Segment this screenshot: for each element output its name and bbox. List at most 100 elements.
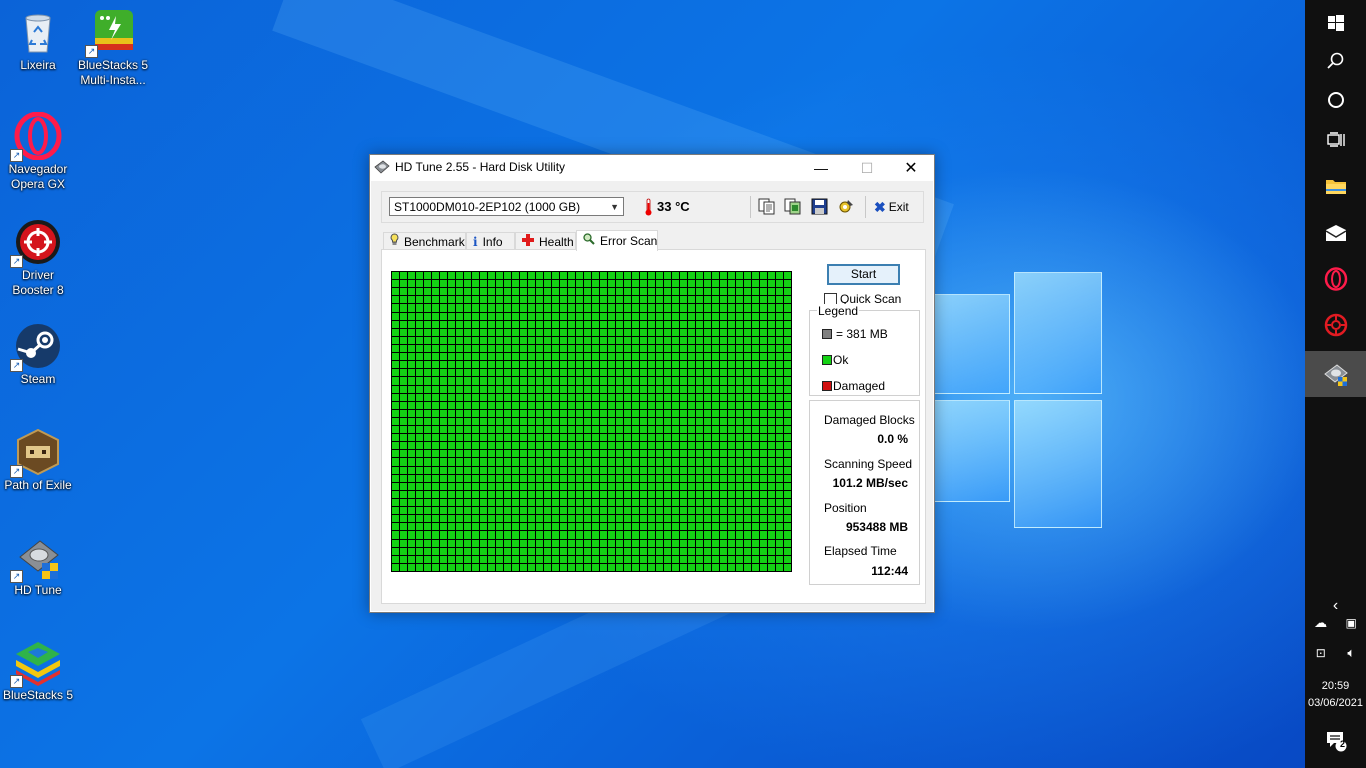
tab-benchmark[interactable]: Benchmark: [383, 232, 466, 250]
scan-block: [784, 482, 791, 490]
taskbar-driver-booster[interactable]: [1305, 302, 1366, 348]
scan-block: [704, 312, 711, 320]
scan-block: [392, 482, 399, 490]
minimize-button[interactable]: —: [798, 155, 844, 181]
scan-block: [496, 344, 503, 353]
desktop-icon-bluestacks[interactable]: ↗ BlueStacks 5: [0, 638, 76, 703]
scan-block: [584, 336, 591, 344]
scan-block: [744, 442, 751, 450]
scan-block: [480, 531, 487, 539]
scan-block: [520, 401, 527, 409]
task-view-button[interactable]: [1305, 117, 1366, 163]
scan-block: [504, 426, 511, 434]
scan-block: [688, 507, 695, 515]
scan-block: [544, 547, 551, 555]
desktop-icon-driver-booster[interactable]: ↗ Driver Booster 8: [0, 218, 76, 298]
scan-block: [664, 385, 671, 393]
scan-block: [664, 393, 671, 401]
tab-info[interactable]: i Info: [466, 232, 515, 250]
taskbar-hd-tune[interactable]: [1305, 351, 1366, 397]
scan-block: [512, 393, 519, 401]
scan-block: [616, 490, 623, 499]
scan-block: [672, 523, 679, 531]
scan-block: [568, 426, 575, 434]
scan-block: [600, 547, 607, 555]
save-icon[interactable]: [811, 198, 828, 215]
desktop-icon-opera-gx[interactable]: ↗ Navegador Opera GX: [0, 111, 76, 192]
desktop-icon-path-of-exile[interactable]: ↗ Path of Exile: [0, 428, 76, 493]
copy-text-icon[interactable]: [758, 198, 775, 215]
onedrive-cloud-icon[interactable]: ☁: [1314, 615, 1327, 631]
scan-block: [776, 304, 783, 312]
scan-block: [440, 280, 447, 288]
options-icon[interactable]: [838, 198, 855, 215]
scan-block: [600, 417, 607, 426]
desktop-icon-recycle-bin[interactable]: Lixeira: [0, 8, 76, 73]
scan-block: [512, 409, 519, 417]
action-center-button[interactable]: 2: [1305, 718, 1366, 764]
scan-block: [576, 482, 583, 490]
scan-block: [528, 499, 535, 507]
scan-block: [656, 539, 663, 547]
scan-block: [592, 539, 599, 547]
scan-block: [512, 336, 519, 344]
taskbar-clock[interactable]: 20:59 03/06/2021: [1305, 678, 1366, 712]
scan-block: [744, 515, 751, 523]
scan-block: [576, 417, 583, 426]
window-titlebar[interactable]: HD Tune 2.55 - Hard Disk Utility — ☐ ✕: [370, 155, 934, 181]
scan-block: [608, 320, 615, 328]
scan-block: [672, 312, 679, 320]
scan-block: [680, 377, 687, 385]
desktop-icon-hd-tune[interactable]: ↗ HD Tune: [0, 533, 76, 598]
close-button[interactable]: ✕: [888, 155, 934, 181]
desktop-icon-steam[interactable]: ↗ Steam: [0, 322, 76, 387]
tab-error-scan[interactable]: Error Scan: [576, 230, 658, 251]
meet-now-icon[interactable]: ▣: [1345, 616, 1356, 630]
taskbar-file-explorer[interactable]: [1305, 163, 1366, 209]
scan-block: [688, 320, 695, 328]
scan-block: [704, 280, 711, 288]
scan-block: [592, 344, 599, 353]
taskbar-opera-gx[interactable]: [1305, 256, 1366, 302]
scan-block: [512, 515, 519, 523]
hd-tune-app-icon: [374, 160, 390, 174]
scan-block: [672, 320, 679, 328]
window-title: HD Tune 2.55 - Hard Disk Utility: [395, 160, 566, 174]
scan-block: [640, 393, 647, 401]
tab-health[interactable]: Health: [515, 232, 576, 250]
taskbar-mail[interactable]: [1305, 210, 1366, 256]
scan-block: [608, 466, 615, 474]
scan-block: [544, 336, 551, 344]
scan-block: [408, 288, 415, 296]
exit-button[interactable]: ✖ Exit: [874, 198, 909, 216]
network-icon[interactable]: ⊡: [1316, 646, 1326, 660]
scan-block: [624, 336, 631, 344]
scan-block: [392, 547, 399, 555]
scan-block: [632, 499, 639, 507]
maximize-button[interactable]: ☐: [844, 155, 890, 181]
scan-block: [608, 563, 615, 571]
desktop-icon-bluestacks-multi[interactable]: ↗ BlueStacks 5 Multi-Insta...: [75, 8, 151, 88]
start-button[interactable]: Start: [827, 264, 900, 285]
copy-screenshot-icon[interactable]: [784, 198, 801, 215]
scan-block: [584, 320, 591, 328]
scan-block: [504, 458, 511, 466]
volume-icon[interactable]: 🔈︎: [1347, 645, 1355, 661]
scan-block: [440, 426, 447, 434]
scan-block: [688, 361, 695, 369]
scan-block: [464, 547, 471, 555]
search-icon: [1326, 52, 1343, 69]
drive-select[interactable]: ST1000DM010-2EP102 (1000 GB) ▼: [389, 197, 624, 216]
scan-block: [424, 361, 431, 369]
scan-block: [576, 531, 583, 539]
scan-block: [528, 369, 535, 377]
scan-block: [424, 507, 431, 515]
scan-block: [648, 499, 655, 507]
scan-block: [776, 328, 783, 336]
scan-block: [480, 450, 487, 458]
scan-block: [408, 563, 415, 571]
scan-block: [736, 280, 743, 288]
scan-block: [440, 482, 447, 490]
scan-block: [760, 296, 767, 304]
scan-block: [448, 377, 455, 385]
